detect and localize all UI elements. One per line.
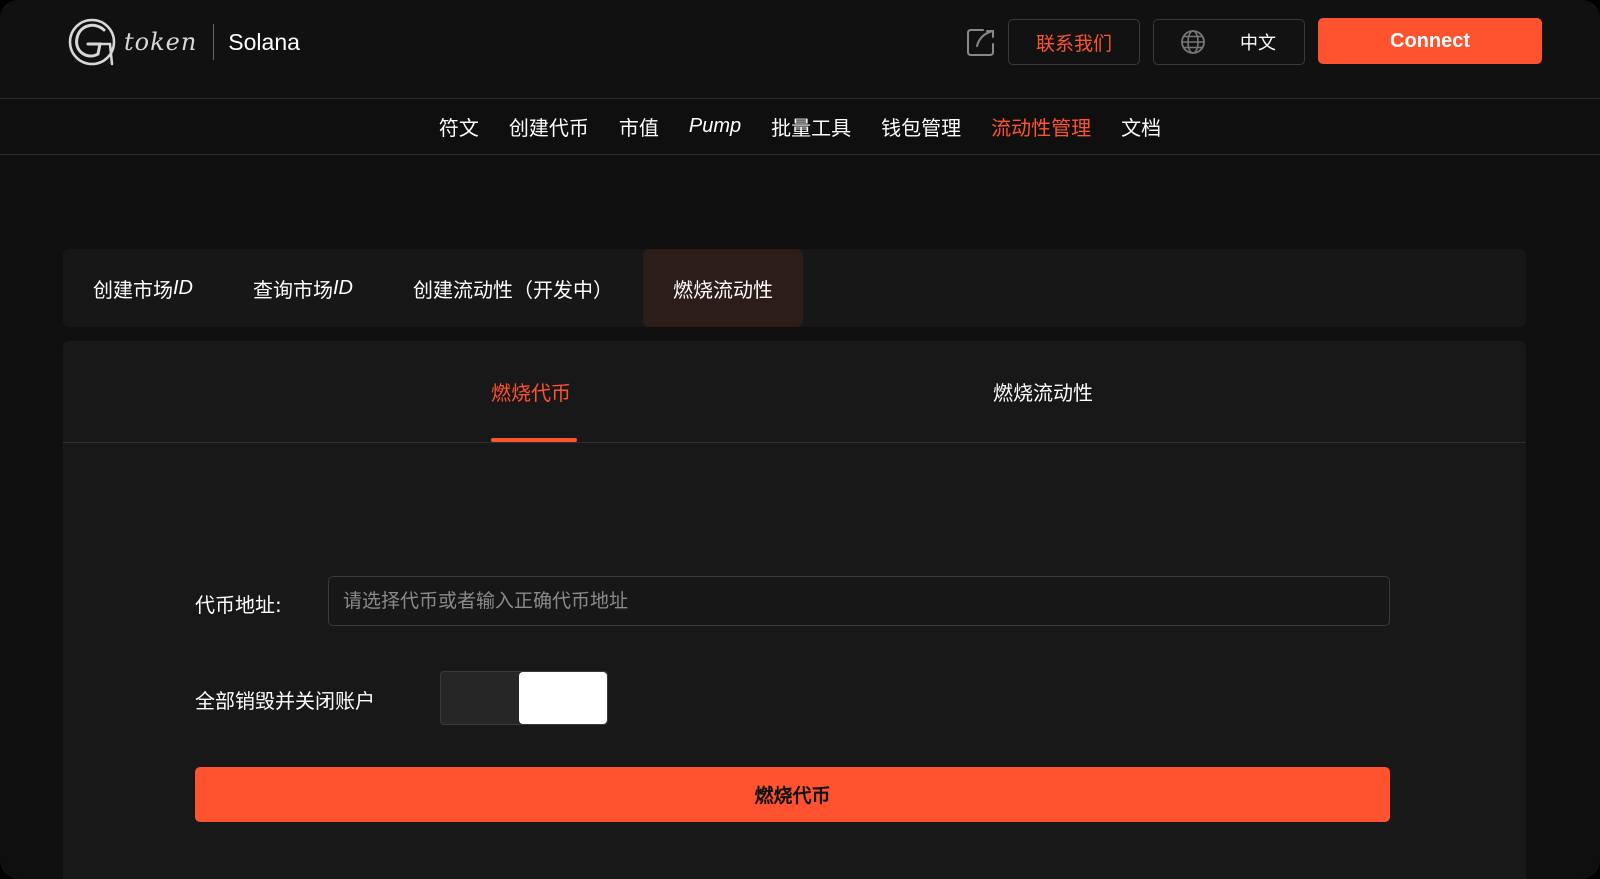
tab-create-liquidity[interactable]: 创建流动性（开发中） (383, 249, 643, 327)
tab-query-market-id[interactable]: 查询市场 ID (223, 249, 383, 327)
top-header: token Solana 联系我们 中文 Connect (0, 0, 1600, 99)
logo-text: token (124, 28, 198, 56)
nav-item-runes[interactable]: 符文 (439, 112, 479, 141)
nav-item-wallet-management[interactable]: 钱包管理 (881, 112, 961, 141)
language-selector[interactable]: 中文 (1153, 19, 1305, 65)
active-subtab-underline (491, 438, 577, 442)
nav-item-market-cap[interactable]: 市值 (619, 112, 659, 141)
nav-item-pump[interactable]: Pump (689, 115, 741, 138)
liquidity-tabs: 创建市场 ID 查询市场 ID 创建流动性（开发中） 燃烧流动性 (63, 249, 1526, 327)
tab-label: 燃烧流动性 (673, 277, 773, 302)
nav-item-batch-tools[interactable]: 批量工具 (771, 112, 851, 141)
tab-label: 创建流动性（开发中） (413, 277, 613, 302)
logo-divider (213, 24, 215, 60)
close-account-label: 全部销毁并关闭账户 (195, 689, 375, 713)
nav-item-liquidity-management[interactable]: 流动性管理 (991, 112, 1091, 141)
globe-icon (1181, 30, 1205, 54)
app-window: token Solana 联系我们 中文 Connect 符文 创建代币 市值 … (0, 0, 1600, 879)
contact-us-button[interactable]: 联系我们 (1008, 19, 1140, 65)
nav-item-create-token[interactable]: 创建代币 (509, 112, 589, 141)
toggle-knob (519, 672, 607, 724)
tab-label-suffix: ID (173, 276, 193, 299)
token-address-label: 代币地址: (195, 593, 282, 617)
close-account-toggle[interactable] (440, 671, 608, 725)
token-address-input[interactable] (328, 576, 1390, 626)
tab-label: 查询市场 (253, 277, 333, 302)
tab-create-market-id[interactable]: 创建市场 ID (63, 249, 223, 327)
burn-panel: 燃烧代币 燃烧流动性 代币地址: 全部销毁并关闭账户 燃烧代币 (63, 341, 1526, 879)
nav-item-docs[interactable]: 文档 (1121, 112, 1161, 141)
brand-logo[interactable]: token Solana (66, 16, 300, 68)
subtab-burn-liquidity[interactable]: 燃烧流动性 (993, 377, 1093, 406)
burn-subtabs: 燃烧代币 燃烧流动性 (63, 341, 1526, 443)
logo-mark-icon (68, 18, 116, 66)
subtab-burn-token[interactable]: 燃烧代币 (491, 377, 571, 406)
burn-token-button[interactable]: 燃烧代币 (195, 767, 1390, 822)
chain-label: Solana (228, 28, 300, 55)
main-nav: 符文 创建代币 市值 Pump 批量工具 钱包管理 流动性管理 文档 (0, 99, 1600, 155)
tab-label: 创建市场 (93, 277, 173, 302)
connect-wallet-button[interactable]: Connect (1318, 18, 1542, 64)
share-icon[interactable] (965, 26, 997, 58)
tab-burn-liquidity[interactable]: 燃烧流动性 (643, 249, 803, 327)
tab-label-suffix: ID (333, 276, 353, 299)
language-label: 中文 (1240, 33, 1276, 54)
